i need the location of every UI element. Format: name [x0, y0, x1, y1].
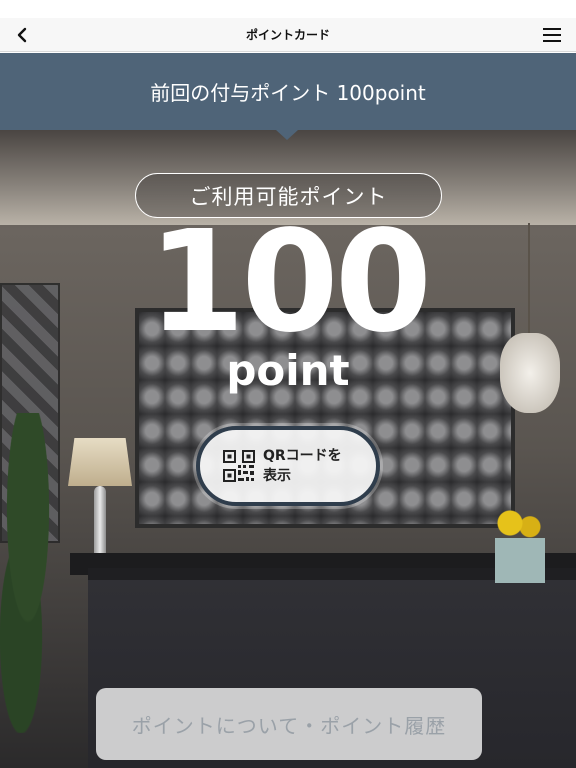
back-button[interactable]	[10, 23, 34, 47]
flower-vase	[495, 508, 545, 583]
points-info-history-label: ポイントについて・ポイント履歴	[131, 713, 447, 738]
show-qr-code-button[interactable]: QRコードを表示	[196, 426, 380, 506]
hamburger-menu-icon	[543, 28, 561, 42]
points-unit: point	[226, 346, 350, 395]
points-value: 100	[147, 201, 432, 364]
banner-arrow	[276, 130, 298, 140]
qr-code-icon	[223, 450, 255, 482]
table-lamp-shade	[68, 438, 132, 486]
status-bar	[0, 0, 576, 18]
show-qr-code-label: QRコードを表示	[263, 448, 342, 484]
background-photo	[0, 53, 576, 768]
last-granted-banner: 前回の付与ポイント 100point	[0, 53, 576, 130]
plant-left	[0, 413, 70, 733]
page-title: ポイントカード	[245, 28, 330, 42]
chevron-left-icon	[17, 27, 27, 43]
last-granted-text: 前回の付与ポイント 100point	[150, 81, 426, 105]
table-lamp-base	[94, 486, 106, 561]
menu-button[interactable]	[540, 24, 564, 46]
navigation-bar: ポイントカード	[0, 18, 576, 52]
points-info-history-button[interactable]: ポイントについて・ポイント履歴	[96, 688, 482, 760]
